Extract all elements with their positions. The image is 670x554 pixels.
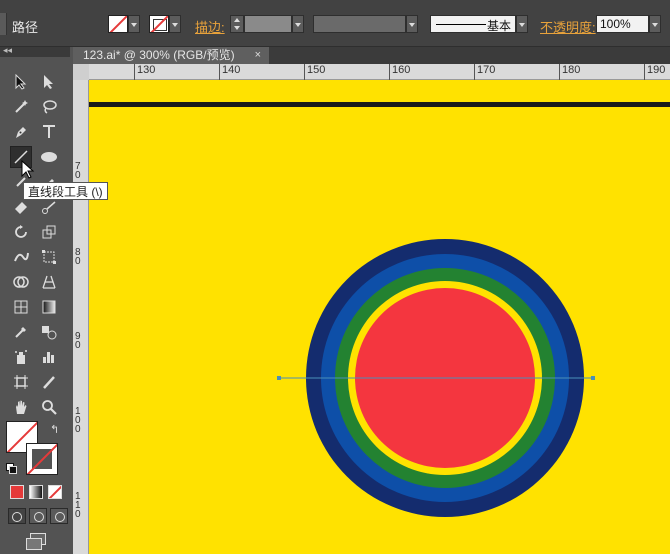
tools-panel: ↰: [4, 57, 70, 554]
anchor-point-right[interactable]: [591, 376, 595, 380]
slice-tool-icon[interactable]: [38, 371, 60, 393]
variable-width-dropdown[interactable]: [406, 15, 418, 33]
stroke-dropdown[interactable]: [169, 15, 181, 33]
ruler-tick-label: 180: [558, 64, 581, 80]
stroke-color-swatch[interactable]: [149, 15, 169, 33]
collapse-panel-icon[interactable]: ◂◂: [3, 45, 12, 56]
document-tab[interactable]: 123.ai* @ 300% (RGB/预览) ×: [73, 47, 269, 64]
control-bar: 路径 描边: 基本 不透明度: 100%: [0, 0, 670, 47]
mouse-cursor-icon: [21, 160, 35, 179]
shape-builder-tool-icon[interactable]: [10, 271, 32, 293]
ruler-tick-label: 170: [473, 64, 496, 80]
ruler-origin[interactable]: [73, 64, 89, 80]
free-transform-tool-icon[interactable]: [38, 246, 60, 268]
document-tab-bar: 123.ai* @ 300% (RGB/预览) ×: [73, 47, 670, 64]
stroke-color-box[interactable]: [26, 443, 58, 475]
ruler-tick-label: 8 0: [75, 247, 81, 267]
stroke-weight-field[interactable]: [244, 15, 292, 33]
close-tab-icon[interactable]: ×: [255, 47, 261, 64]
ruler-tick-label: 190: [643, 64, 666, 80]
opacity-dropdown[interactable]: [649, 15, 661, 33]
artboard[interactable]: [89, 80, 670, 554]
column-graph-tool-icon[interactable]: [38, 346, 60, 368]
brush-definition-dropdown[interactable]: [516, 15, 528, 33]
pen-tool-icon[interactable]: [10, 121, 32, 143]
ruler-tick-label: 160: [388, 64, 411, 80]
ruler-tick-label: 9 0: [75, 331, 81, 351]
ruler-tick-label: 1 1 0: [75, 491, 81, 520]
variable-width-field[interactable]: [313, 15, 406, 33]
tool-tooltip: 直线段工具 (\): [23, 182, 108, 200]
draw-behind-icon[interactable]: [29, 508, 47, 524]
vertical-ruler[interactable]: 7 0 8 0 9 0 1 0 0 1 1 0: [73, 80, 89, 554]
brush-stroke-preview: [436, 24, 486, 25]
eyedropper-tool-icon[interactable]: [10, 321, 32, 343]
rotate-tool-icon[interactable]: [10, 221, 32, 243]
artboard-tool-icon[interactable]: [10, 371, 32, 393]
screen-mode-icon[interactable]: [24, 533, 46, 550]
draw-normal-icon[interactable]: [8, 508, 26, 524]
blend-tool-icon[interactable]: [38, 321, 60, 343]
symbol-sprayer-tool-icon[interactable]: [10, 346, 32, 368]
fill-color-swatch[interactable]: [108, 15, 128, 33]
scale-tool-icon[interactable]: [38, 221, 60, 243]
document-tab-title: 123.ai* @ 300% (RGB/预览): [83, 48, 235, 62]
color-mode-button[interactable]: [10, 485, 24, 499]
fill-dropdown[interactable]: [128, 15, 140, 33]
concentric-circles-artwork[interactable]: [89, 80, 670, 554]
ruler-tick-label: 1 0 0: [75, 406, 81, 435]
zoom-tool-icon[interactable]: [38, 396, 60, 418]
opacity-label[interactable]: 不透明度:: [540, 17, 596, 36]
type-tool-icon[interactable]: [38, 121, 60, 143]
horizontal-ruler[interactable]: 130 140 150 160 170 180 190: [73, 64, 670, 80]
stroke-weight-stepper[interactable]: [230, 15, 244, 33]
ruler-tick-label: 140: [218, 64, 241, 80]
default-fill-stroke-icon[interactable]: [6, 463, 17, 474]
draw-inside-icon[interactable]: [50, 508, 68, 524]
swap-fill-stroke-icon[interactable]: ↰: [50, 423, 59, 436]
ruler-tick-label: 7 0: [75, 161, 81, 181]
hand-tool-icon[interactable]: [10, 396, 32, 418]
gradient-tool-icon[interactable]: [38, 296, 60, 318]
brush-definition-field[interactable]: 基本: [430, 15, 516, 33]
mesh-tool-icon[interactable]: [10, 296, 32, 318]
selection-tool-icon[interactable]: [10, 71, 32, 93]
perspective-grid-tool-icon[interactable]: [38, 271, 60, 293]
ellipse-tool-icon[interactable]: [38, 146, 60, 168]
stroke-label[interactable]: 描边:: [195, 17, 225, 36]
panel-grip[interactable]: [0, 13, 7, 35]
lasso-tool-icon[interactable]: [38, 96, 60, 118]
magic-wand-tool-icon[interactable]: [10, 96, 32, 118]
brush-style-label: 基本: [487, 19, 512, 33]
warp-tool-icon[interactable]: [10, 246, 32, 268]
anchor-point-left[interactable]: [277, 376, 281, 380]
tools-panel-header[interactable]: ◂◂: [0, 45, 70, 57]
none-mode-button[interactable]: [48, 485, 62, 499]
object-type-label: 路径: [12, 20, 39, 35]
stroke-weight-dropdown[interactable]: [292, 15, 304, 33]
opacity-field[interactable]: 100%: [596, 15, 649, 33]
ruler-tick-label: 150: [303, 64, 326, 80]
gradient-mode-button[interactable]: [29, 485, 43, 499]
direct-selection-tool-icon[interactable]: [38, 71, 60, 93]
ruler-tick-label: 130: [133, 64, 156, 80]
